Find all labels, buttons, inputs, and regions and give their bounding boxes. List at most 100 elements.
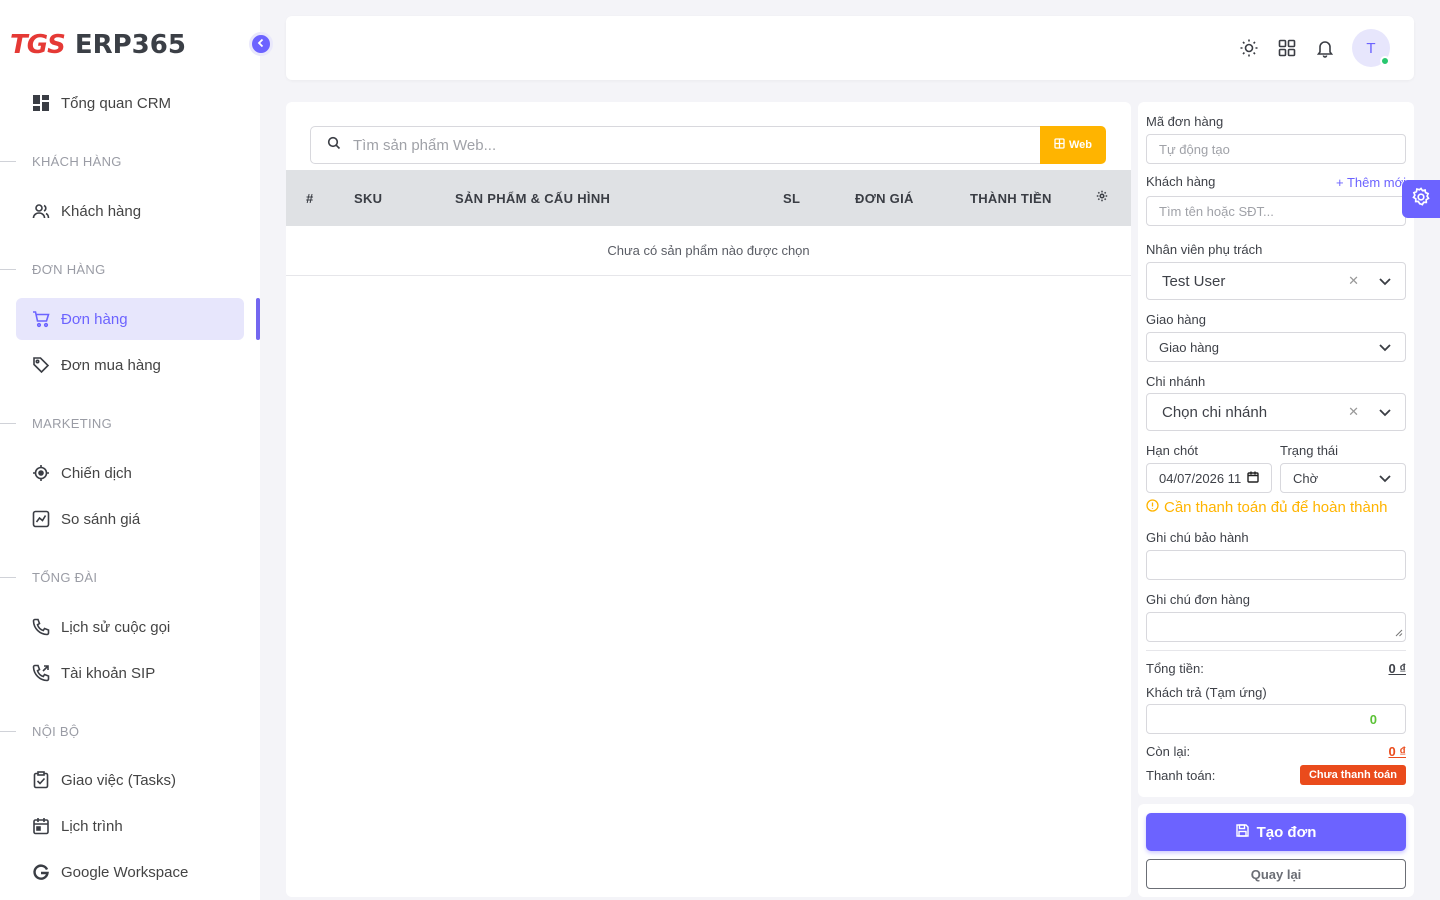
info-icon bbox=[1146, 499, 1159, 516]
product-panel: Web # SKU SẢN PHẨM & CẤU HÌNH SL ĐƠN GIÁ… bbox=[286, 102, 1131, 897]
sidebar-collapse-button[interactable] bbox=[249, 32, 273, 56]
add-customer-link[interactable]: + Thêm mới bbox=[1336, 175, 1406, 190]
staff-select[interactable]: Test User ✕ bbox=[1146, 262, 1406, 300]
delivery-select[interactable]: Giao hàng bbox=[1146, 332, 1406, 362]
settings-float-button[interactable] bbox=[1402, 180, 1440, 218]
branch-label: Chi nhánh bbox=[1146, 374, 1206, 389]
clear-icon[interactable]: ✕ bbox=[1348, 273, 1359, 289]
deadline-value: 04/07/2026 11 bbox=[1159, 470, 1242, 486]
remaining-value: 0 ₫ bbox=[1388, 744, 1406, 759]
status-value: Chờ bbox=[1293, 470, 1319, 486]
col-total: THÀNH TIỀN bbox=[970, 191, 1052, 206]
customer-search-field[interactable]: Tìm tên hoặc SĐT... bbox=[1146, 196, 1406, 226]
col-sku: SKU bbox=[354, 191, 383, 206]
google-icon bbox=[32, 863, 50, 881]
active-indicator bbox=[256, 298, 260, 340]
resize-handle-icon[interactable] bbox=[1395, 625, 1403, 640]
paid-value: 0 bbox=[1369, 711, 1377, 727]
product-search-field[interactable] bbox=[310, 126, 1041, 164]
warning-text: Cần thanh toán đủ để hoàn thành bbox=[1164, 499, 1388, 516]
calendar-icon bbox=[32, 817, 50, 835]
total-label: Tổng tiền: bbox=[1146, 661, 1204, 676]
sidebar-item-label: Khách hàng bbox=[61, 202, 142, 220]
apps-grid-icon[interactable] bbox=[1277, 38, 1297, 58]
warranty-note-input[interactable] bbox=[1146, 550, 1406, 580]
delivery-label: Giao hàng bbox=[1146, 312, 1206, 327]
section-internal: NỘI BỘ bbox=[0, 723, 240, 739]
branch-value: Chọn chi nhánh bbox=[1162, 403, 1268, 421]
sidebar-item-label: Google Workspace bbox=[61, 863, 189, 881]
staff-value: Test User bbox=[1162, 272, 1226, 290]
search-icon bbox=[327, 136, 341, 155]
chart-line-icon bbox=[32, 510, 50, 528]
sidebar-item-orders[interactable]: Đơn hàng bbox=[16, 298, 244, 340]
bell-icon[interactable] bbox=[1315, 38, 1335, 58]
sidebar-item-purchase-orders[interactable]: Đơn mua hàng bbox=[16, 344, 244, 386]
order-code-label: Mã đơn hàng bbox=[1146, 114, 1224, 129]
gear-icon bbox=[1411, 186, 1431, 212]
sidebar-item-label: Tổng quan CRM bbox=[61, 94, 172, 112]
brand-logo[interactable]: TGS ERP365 bbox=[10, 28, 186, 62]
sidebar-item-sip-account[interactable]: Tài khoản SIP bbox=[16, 652, 244, 694]
order-code-field[interactable]: Tự động tạo bbox=[1146, 134, 1406, 164]
sidebar-item-price-compare[interactable]: So sánh giá bbox=[16, 498, 244, 540]
phone-icon bbox=[32, 618, 50, 636]
section-marketing: MARKETING bbox=[0, 415, 240, 431]
order-form-panel: Mã đơn hàng Tự động tạo Khách hàng + Thê… bbox=[1138, 102, 1414, 797]
warranty-note-label: Ghi chú bảo hành bbox=[1146, 530, 1249, 545]
chevron-left-icon bbox=[256, 35, 266, 53]
deadline-datetime-input[interactable]: 04/07/2026 11 bbox=[1146, 463, 1272, 493]
sidebar-item-google-workspace[interactable]: Google Workspace bbox=[16, 851, 244, 893]
online-status-dot bbox=[1380, 56, 1390, 66]
clear-icon[interactable]: ✕ bbox=[1348, 404, 1359, 420]
users-icon bbox=[32, 202, 50, 220]
staff-label: Nhân viên phụ trách bbox=[1146, 242, 1263, 257]
section-orders: ĐƠN HÀNG bbox=[0, 261, 240, 277]
web-source-button[interactable]: Web bbox=[1040, 126, 1106, 164]
order-note-textarea[interactable] bbox=[1146, 612, 1406, 642]
brand-mark: TGS bbox=[10, 30, 66, 60]
product-search-input[interactable] bbox=[353, 136, 1003, 154]
user-avatar[interactable]: T bbox=[1352, 29, 1390, 67]
paid-label: Khách trả (Tạm ứng) bbox=[1146, 685, 1267, 700]
branch-select[interactable]: Chọn chi nhánh ✕ bbox=[1146, 393, 1406, 431]
sun-icon[interactable] bbox=[1239, 38, 1259, 58]
sidebar-item-label: Đơn hàng bbox=[61, 310, 128, 328]
total-value: 0 ₫ bbox=[1388, 661, 1406, 676]
back-button[interactable]: Quay lại bbox=[1146, 859, 1406, 889]
avatar-initial: T bbox=[1366, 39, 1376, 57]
sidebar-item-tasks[interactable]: Giao việc (Tasks) bbox=[16, 759, 244, 801]
order-note-label: Ghi chú đơn hàng bbox=[1146, 592, 1250, 607]
sidebar-item-call-history[interactable]: Lịch sử cuộc gọi bbox=[16, 606, 244, 648]
cart-icon bbox=[32, 310, 50, 328]
top-bar: T bbox=[286, 16, 1414, 80]
remaining-row: Còn lại: 0 ₫ bbox=[1146, 744, 1406, 759]
brand-name: ERP365 bbox=[74, 30, 186, 60]
chevron-down-icon bbox=[1379, 404, 1391, 421]
status-label: Trạng thái bbox=[1280, 443, 1339, 458]
create-order-button[interactable]: Tạo đơn bbox=[1146, 813, 1406, 851]
gear-icon[interactable] bbox=[1096, 190, 1108, 205]
action-panel: Tạo đơn Quay lại bbox=[1138, 804, 1414, 897]
save-icon bbox=[1235, 823, 1249, 841]
tag-icon bbox=[32, 356, 50, 374]
chevron-down-icon bbox=[1379, 340, 1391, 355]
sidebar-item-label: Tài khoản SIP bbox=[61, 664, 156, 682]
sidebar-item-label: Chiến dịch bbox=[61, 464, 132, 482]
sidebar-item-crm-overview[interactable]: Tổng quan CRM bbox=[16, 82, 244, 124]
calendar-icon[interactable] bbox=[1247, 471, 1259, 486]
sidebar-item-label: Giao việc (Tasks) bbox=[61, 771, 177, 789]
section-customers: KHÁCH HÀNG bbox=[0, 153, 240, 169]
sidebar-item-customers[interactable]: Khách hàng bbox=[16, 190, 244, 232]
sidebar-item-campaigns[interactable]: Chiến dịch bbox=[16, 452, 244, 494]
phone-outgoing-icon bbox=[32, 664, 50, 682]
sidebar-item-schedule[interactable]: Lịch trình bbox=[16, 805, 244, 847]
paid-amount-input[interactable]: 0 bbox=[1146, 704, 1406, 734]
sidebar-item-label: Lịch sử cuộc gọi bbox=[61, 618, 171, 636]
table-empty-row: Chưa có sản phẩm nào được chọn bbox=[286, 226, 1131, 276]
sidebar-item-label: Lịch trình bbox=[61, 817, 123, 835]
customer-label: Khách hàng bbox=[1146, 174, 1216, 189]
status-select[interactable]: Chờ bbox=[1280, 463, 1406, 493]
create-order-label: Tạo đơn bbox=[1256, 823, 1317, 841]
payment-label: Thanh toán: bbox=[1146, 768, 1216, 783]
